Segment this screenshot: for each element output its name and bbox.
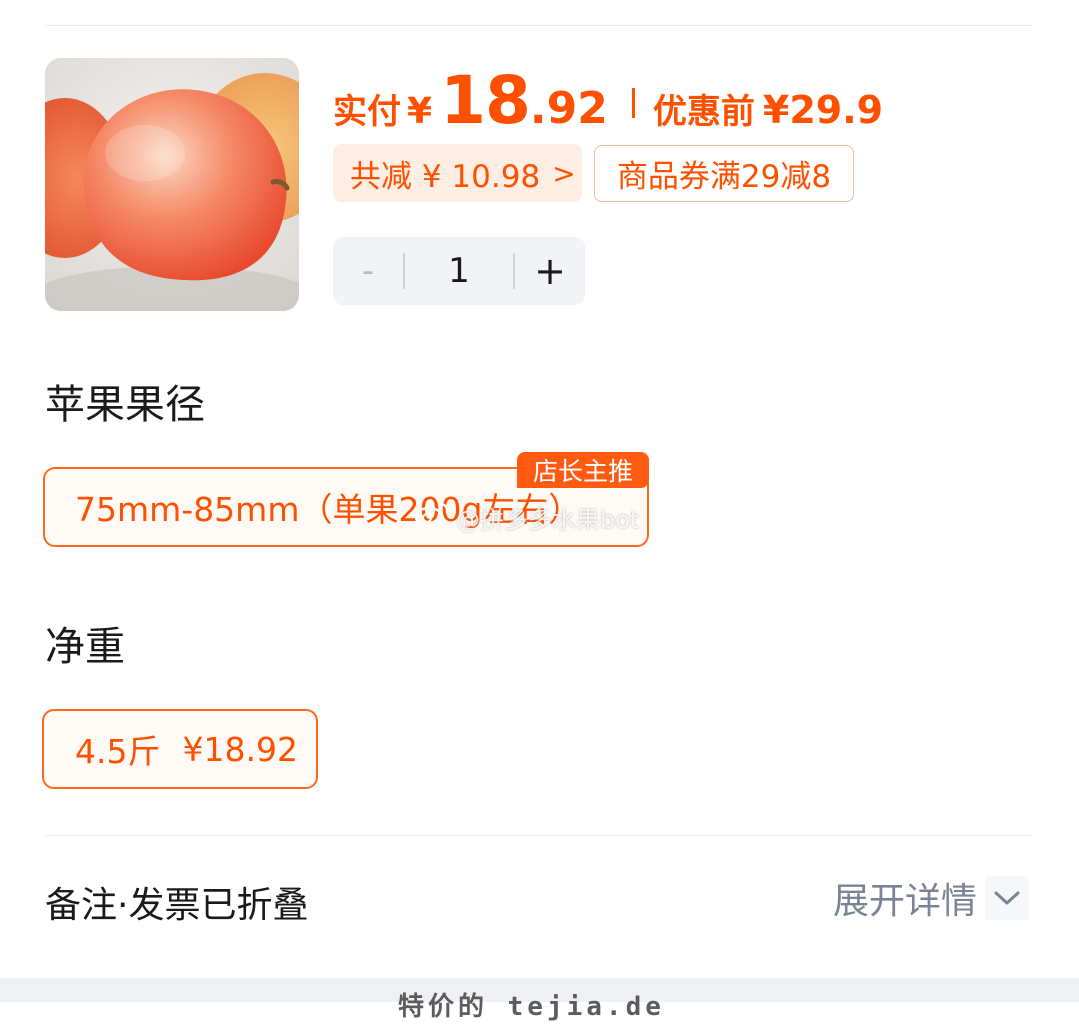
quantity-stepper: - 1 + <box>333 237 585 305</box>
section-divider <box>45 835 1033 836</box>
increase-button[interactable]: + <box>515 237 585 305</box>
currency-symbol: ¥ <box>407 91 433 132</box>
section-title-size: 苹果果径 <box>45 382 205 428</box>
top-divider <box>45 25 1033 26</box>
expand-details-button[interactable]: 展开详情 <box>833 873 1030 923</box>
total-discount-text: 共减 ¥ 10.98 <box>350 158 541 195</box>
recommend-badge: 店长主推 <box>517 452 649 488</box>
price-decimal: 92 <box>546 83 608 134</box>
coupon-chip[interactable]: 商品券满29减8 <box>594 145 854 202</box>
chevron-down-icon <box>985 876 1030 920</box>
weibo-watermark: @拼多多水果bot <box>414 500 639 534</box>
price-row: 实付 ¥ 18 . 92 优惠前 ¥29.9 <box>333 62 884 139</box>
option-weight-label: 4.5斤 <box>75 732 161 771</box>
quantity-value[interactable]: 1 <box>405 251 513 291</box>
site-watermark: 特价的 tejia.de <box>398 992 665 1022</box>
remark-invoice-label: 备注·发票已折叠 <box>45 885 309 926</box>
watermark-text: @拼多多水果bot <box>456 505 640 534</box>
product-image[interactable] <box>45 58 299 311</box>
option-weight-price: ¥18.92 <box>182 729 298 769</box>
total-discount-chip[interactable]: 共减 ¥ 10.98 > <box>333 144 582 202</box>
price-integer: 18 <box>440 62 531 139</box>
original-price-label: 优惠前 <box>652 92 755 132</box>
original-price: ¥29.9 <box>762 88 884 132</box>
expand-details-label: 展开详情 <box>833 881 978 922</box>
price-separator <box>631 88 635 118</box>
coupon-text: 商品券满29减8 <box>616 159 832 195</box>
option-weight[interactable]: 4.5斤 ¥18.92 <box>42 709 318 789</box>
chevron-right-icon: > <box>552 156 576 190</box>
section-title-weight: 净重 <box>45 624 125 670</box>
paid-label: 实付 <box>333 92 401 132</box>
decrease-button[interactable]: - <box>333 237 403 305</box>
weibo-icon <box>414 500 450 534</box>
price-decimal-point: . <box>529 83 547 134</box>
